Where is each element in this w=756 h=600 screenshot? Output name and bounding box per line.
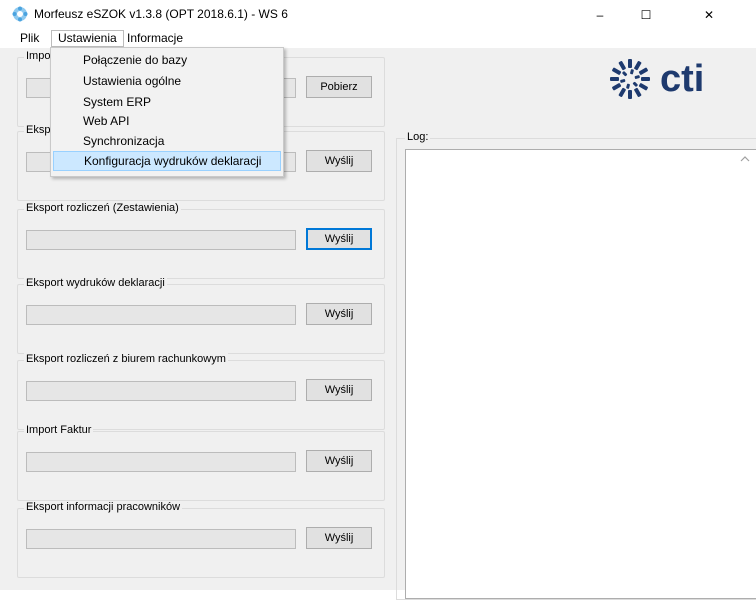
log-group: Log: — [396, 131, 756, 600]
scroll-up-icon[interactable] — [740, 154, 750, 164]
group-title: Eksport wydruków deklaracji — [24, 277, 167, 289]
menu-ustawienia[interactable]: Ustawienia — [51, 30, 124, 47]
close-button[interactable]: ✕ — [686, 0, 732, 30]
group-eksport-wydrukow: Eksport wydruków deklaracji Wyślij — [17, 277, 385, 354]
menu-item-ustawienia-ogolne[interactable]: Ustawienia ogólne — [53, 71, 281, 91]
menu-plik[interactable]: Plik — [14, 30, 45, 47]
group-title: Import Faktur — [24, 424, 94, 436]
group-title: Eksport informacji pracowników — [24, 501, 183, 513]
group-import-faktur: Import Faktur Wyślij — [17, 424, 385, 501]
wyslij-button[interactable]: Wyślij — [306, 379, 372, 401]
wyslij-button[interactable]: Wyślij — [306, 150, 372, 172]
ustawienia-dropdown-menu: Połączenie do bazy Ustawienia ogólne Sys… — [50, 47, 284, 177]
cti-logo-icon: cti — [610, 58, 704, 100]
title-bar: Morfeusz eSZOK v1.3.8 (OPT 2018.6.1) - W… — [0, 0, 756, 30]
progress-bar — [26, 381, 296, 401]
maximize-button[interactable]: ☐ — [623, 0, 669, 30]
wyslij-button[interactable]: Wyślij — [306, 303, 372, 325]
cti-logo: cti — [606, 54, 754, 104]
menu-item-synchronizacja[interactable]: Synchronizacja — [53, 131, 281, 151]
progress-bar — [26, 529, 296, 549]
group-eksport-rozliczen: Eksport rozliczeń (Zestawienia) Wyślij — [17, 202, 385, 279]
group-title: Eksport rozliczeń (Zestawienia) — [24, 202, 181, 214]
group-title: Eksp — [24, 124, 53, 136]
group-title: Impo — [24, 50, 53, 62]
menu-item-system-erp[interactable]: System ERP — [53, 92, 281, 112]
logo-text: cti — [660, 58, 704, 100]
maximize-icon: ☐ — [640, 8, 652, 22]
wyslij-button[interactable]: Wyślij — [306, 527, 372, 549]
close-icon: ✕ — [703, 8, 715, 22]
minimize-icon: – — [596, 8, 604, 22]
log-textarea[interactable] — [405, 149, 756, 599]
menu-item-polaczenie-do-bazy[interactable]: Połączenie do bazy — [53, 50, 281, 70]
log-label: Log: — [405, 131, 431, 143]
minimize-button[interactable]: – — [577, 0, 623, 30]
wyslij-button[interactable]: Wyślij — [306, 228, 372, 250]
menu-bar: Plik Ustawienia Informacje — [0, 30, 756, 48]
menu-informacje[interactable]: Informacje — [121, 30, 189, 47]
progress-bar — [26, 230, 296, 250]
group-title: Eksport rozliczeń z biurem rachunkowym — [24, 353, 228, 365]
wyslij-button[interactable]: Wyślij — [306, 450, 372, 472]
app-icon — [12, 6, 28, 22]
group-eksport-pracownikow: Eksport informacji pracowników Wyślij — [17, 501, 385, 578]
pobierz-button[interactable]: Pobierz — [306, 76, 372, 98]
progress-bar — [26, 305, 296, 325]
menu-item-konfiguracja-wydrukow[interactable]: Konfiguracja wydruków deklaracji — [53, 151, 281, 171]
progress-bar — [26, 452, 296, 472]
group-eksport-biuro: Eksport rozliczeń z biurem rachunkowym W… — [17, 353, 385, 430]
window-title: Morfeusz eSZOK v1.3.8 (OPT 2018.6.1) - W… — [34, 7, 288, 21]
menu-item-web-api[interactable]: Web API — [53, 111, 281, 131]
